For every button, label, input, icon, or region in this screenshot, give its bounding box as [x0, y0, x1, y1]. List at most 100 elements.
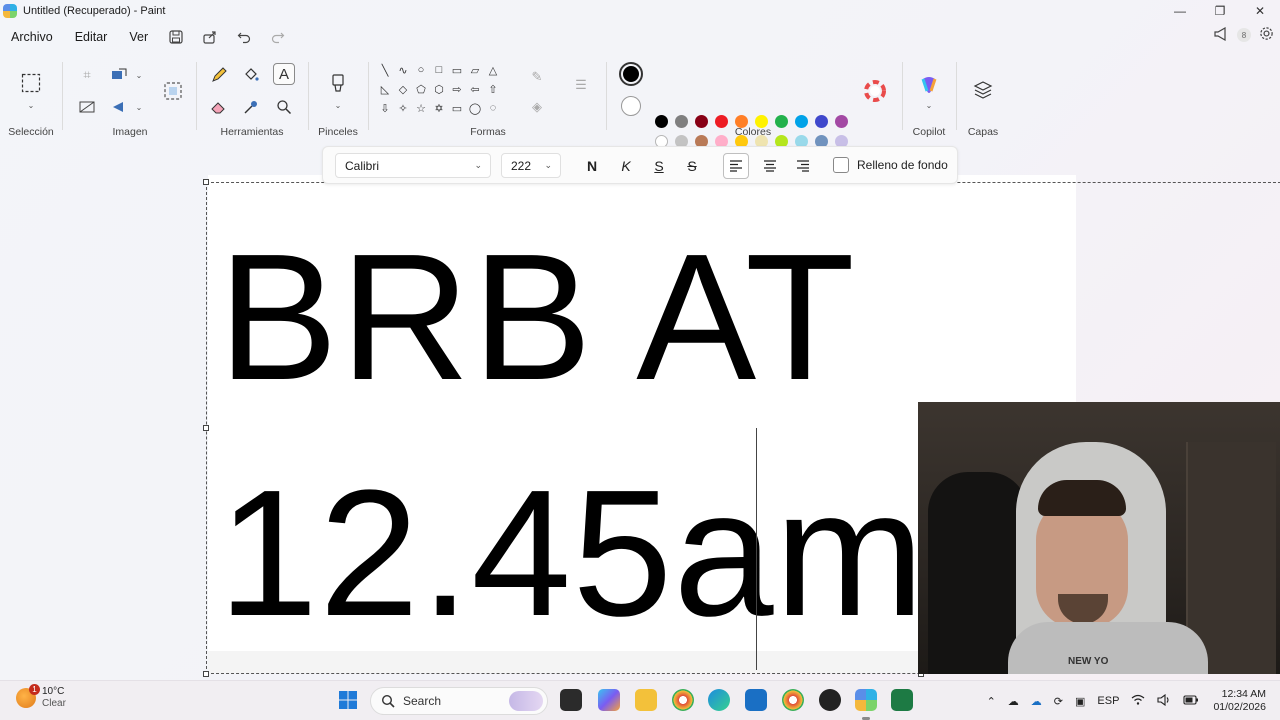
chrome-profile-2-icon[interactable] [782, 689, 804, 711]
maximize-button[interactable]: ❐ [1200, 0, 1240, 22]
shape-line-icon[interactable]: ╲ [376, 62, 394, 78]
settings-gear-icon[interactable] [1259, 26, 1274, 44]
align-right-button[interactable] [790, 153, 816, 179]
tray-chevron-up-icon[interactable]: ⌃ [981, 695, 1002, 708]
shape-curve-icon[interactable]: ∿ [394, 62, 412, 78]
underline-button[interactable]: S [646, 153, 672, 179]
bold-button[interactable]: N [579, 153, 605, 179]
shape-size-icon[interactable]: ☰ [570, 74, 592, 96]
chrome-profile-1-icon[interactable] [672, 689, 694, 711]
battery-icon[interactable] [1177, 694, 1205, 709]
shape-callout-rect-icon[interactable]: ▭ [448, 100, 466, 116]
palette-color-swatch[interactable] [655, 115, 668, 128]
resize-handle-top-left[interactable] [203, 179, 209, 185]
flip-icon[interactable] [108, 96, 130, 118]
save-icon[interactable] [159, 26, 193, 48]
megaphone-icon[interactable] [1213, 26, 1229, 44]
start-windows-icon[interactable] [337, 689, 359, 711]
shape-outline-icon[interactable]: ✎ [526, 66, 548, 88]
font-family-select[interactable]: Calibri ⌄ [335, 153, 491, 178]
eraser-icon[interactable] [208, 96, 230, 118]
strikethrough-button[interactable]: S [679, 153, 705, 179]
pencil-icon[interactable] [208, 64, 230, 86]
align-left-button[interactable] [723, 153, 749, 179]
shape-six-point-star-icon[interactable]: ✡ [430, 100, 448, 116]
image-crop-frame-icon[interactable] [162, 80, 184, 102]
palette-color-swatch[interactable] [755, 115, 768, 128]
color-picker-icon[interactable] [240, 96, 262, 118]
shape-polygon-icon[interactable]: ▱ [466, 62, 484, 78]
app-tray-icon[interactable]: ▣ [1069, 695, 1091, 708]
selection-chevron-down-icon[interactable]: ⌄ [20, 94, 42, 116]
align-center-button[interactable] [757, 153, 783, 179]
weather-widget[interactable]: 1 10°C Clear [16, 684, 66, 710]
resize-handle-middle-left[interactable] [203, 425, 209, 431]
copilot-taskbar-icon[interactable] [598, 689, 620, 711]
shape-right-triangle-icon[interactable]: ◺ [376, 81, 394, 97]
italic-button[interactable]: K [613, 153, 639, 179]
crop-icon[interactable]: ⌗ [76, 64, 98, 86]
layers-icon[interactable] [972, 79, 994, 101]
shape-five-point-star-icon[interactable]: ☆ [412, 100, 430, 116]
minimize-button[interactable]: — [1160, 0, 1200, 22]
palette-color-swatch[interactable] [775, 115, 788, 128]
edge-browser-icon[interactable] [708, 689, 730, 711]
magnifier-icon[interactable] [273, 96, 295, 118]
language-indicator[interactable]: ESP [1091, 695, 1125, 707]
canvas-text-line-1[interactable]: BRB AT [218, 228, 857, 408]
edit-colors-icon[interactable] [864, 80, 886, 102]
resize-icon[interactable] [108, 64, 130, 86]
mail-app-icon[interactable] [745, 689, 767, 711]
palette-color-swatch[interactable] [795, 115, 808, 128]
shape-down-arrow-icon[interactable]: ⇩ [376, 100, 394, 116]
share-icon[interactable] [193, 26, 227, 48]
taskbar-search[interactable]: Search [370, 687, 548, 715]
palette-color-swatch[interactable] [695, 115, 708, 128]
palette-color-swatch[interactable] [715, 115, 728, 128]
image-color-icon[interactable] [76, 96, 98, 118]
menu-archivo[interactable]: Archivo [0, 30, 64, 44]
brush-icon[interactable] [327, 72, 349, 94]
primary-color-swatch[interactable] [619, 62, 643, 86]
shape-diamond-icon[interactable]: ◇ [394, 81, 412, 97]
onedrive-cloud-icon[interactable]: ☁ [1002, 695, 1025, 708]
resize-handle-bottom-left[interactable] [203, 671, 209, 677]
font-size-select[interactable]: 222 ⌄ [501, 153, 561, 178]
shape-right-arrow-icon[interactable]: ⇨ [448, 81, 466, 97]
shape-rectangle-icon[interactable]: □ [430, 62, 448, 78]
menu-ver[interactable]: Ver [118, 30, 159, 44]
text-tool-icon[interactable]: A [273, 63, 295, 85]
paint-taskbar-icon[interactable] [855, 689, 877, 711]
shape-left-arrow-icon[interactable]: ⇦ [466, 81, 484, 97]
shape-up-arrow-icon[interactable]: ⇧ [484, 81, 502, 97]
shape-triangle-icon[interactable]: △ [484, 62, 502, 78]
flip-chevron-down-icon[interactable]: ⌄ [128, 96, 150, 118]
sync-icon[interactable]: ⟳ [1048, 695, 1069, 708]
copilot-chevron-down-icon[interactable]: ⌄ [918, 94, 940, 116]
shape-hexagon-icon[interactable]: ⬡ [430, 81, 448, 97]
volume-icon[interactable] [1151, 693, 1177, 709]
palette-color-swatch[interactable] [815, 115, 828, 128]
file-explorer-icon[interactable] [635, 689, 657, 711]
task-view-icon[interactable] [560, 689, 582, 711]
clock[interactable]: 12:34 AM 01/02/2026 [1205, 688, 1280, 714]
notification-badge[interactable]: 8 [1237, 28, 1251, 42]
background-fill-checkbox[interactable] [833, 157, 849, 173]
undo-icon[interactable] [227, 26, 261, 48]
shape-four-point-star-icon[interactable]: ✧ [394, 100, 412, 116]
menu-editar[interactable]: Editar [64, 30, 119, 44]
shape-rounded-rectangle-icon[interactable]: ▭ [448, 62, 466, 78]
copilot-icon[interactable] [918, 74, 940, 96]
wifi-icon[interactable] [1125, 694, 1151, 709]
shape-fill-icon[interactable]: ◈ [526, 96, 548, 118]
selection-rectangle-icon[interactable] [20, 72, 42, 94]
fill-bucket-icon[interactable] [240, 64, 262, 86]
canvas-text-line-2[interactable]: 12.45am [218, 464, 926, 644]
shape-oval-icon[interactable]: ○ [412, 62, 430, 78]
obs-studio-icon[interactable] [819, 689, 841, 711]
palette-color-swatch[interactable] [735, 115, 748, 128]
close-button[interactable]: ✕ [1240, 0, 1280, 22]
shape-callout-oval-icon[interactable]: ◯ [466, 100, 484, 116]
brush-chevron-down-icon[interactable]: ⌄ [327, 94, 349, 116]
onedrive-business-icon[interactable]: ☁ [1025, 695, 1048, 708]
